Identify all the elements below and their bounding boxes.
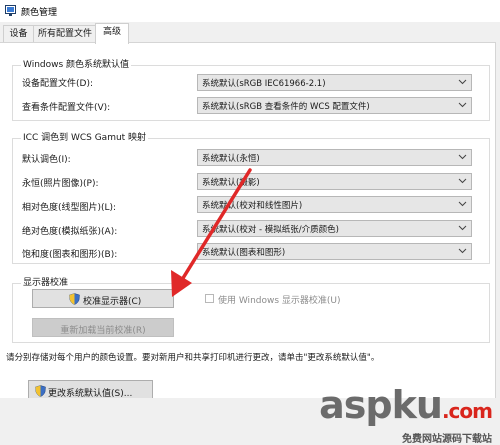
window-title: 颜色管理 [21, 8, 58, 18]
windows-defaults-title: Windows 颜色系统默认值 [21, 57, 132, 70]
chevron-down-icon [458, 102, 467, 108]
display-calibration-title: 显示器校准 [21, 275, 71, 288]
watermark: aspku.com 免费网站源码下载站 [319, 383, 493, 445]
calibrate-display-button[interactable]: 校准显示器(C) [32, 289, 174, 308]
viewing-conditions-select[interactable]: 系统默认(sRGB 查看条件的 WCS 配置文件) [197, 97, 472, 114]
tab-advanced[interactable]: 高级 [95, 23, 129, 44]
absolute-colorimetric-label: 绝对色度(模拟纸张)(A): [22, 227, 118, 237]
change-system-defaults-button[interactable]: 更改系统默认值(S)... [28, 380, 153, 400]
device-profile-label: 设备配置文件(D): [22, 79, 93, 89]
default-rendering-label: 默认调色(I): [22, 155, 71, 165]
chevron-down-icon [458, 248, 467, 254]
chevron-down-icon [458, 201, 467, 207]
chevron-down-icon [458, 225, 467, 231]
reload-calibration-label: 重新加载当前校准(R) [60, 326, 146, 336]
default-rendering-select[interactable]: 系统默认(永恒) [197, 149, 472, 166]
uac-shield-icon [69, 293, 80, 305]
title-bar [0, 0, 500, 22]
watermark-subtitle: 免费网站源码下载站 [402, 434, 492, 445]
chevron-down-icon [458, 154, 467, 160]
color-management-app-icon [5, 5, 16, 16]
device-profile-value: 系统默认(sRGB IEC61966-2.1) [202, 79, 326, 89]
watermark-brand-suffix: .com [441, 399, 493, 423]
watermark-brand: aspku [319, 383, 443, 427]
info-text: 请分别存储对每个用户的颜色设置。要对新用户和共享打印机进行更改，请单击"更改系统… [6, 353, 380, 363]
tab-devices[interactable]: 设备 [3, 25, 34, 43]
default-rendering-value: 系统默认(永恒) [202, 154, 260, 164]
calibrate-display-label: 校准显示器(C) [83, 297, 142, 307]
saturation-label: 饱和度(图表和图形)(B): [22, 250, 118, 260]
icc-mapping-title: ICC 调色到 WCS Gamut 映射 [21, 130, 149, 143]
annotation-arrow [171, 168, 252, 297]
perceptual-label: 永恒(照片图像)(P): [22, 179, 99, 189]
viewing-conditions-label: 查看条件配置文件(V): [22, 103, 111, 113]
relative-colorimetric-label: 相对色度(线型图片)(L): [22, 203, 117, 213]
viewing-conditions-value: 系统默认(sRGB 查看条件的 WCS 配置文件) [202, 102, 370, 112]
tab-all-profiles[interactable]: 所有配置文件 [33, 25, 97, 43]
reload-calibration-button[interactable]: 重新加载当前校准(R) [32, 318, 174, 337]
uac-shield-icon [35, 385, 46, 397]
device-profile-select[interactable]: 系统默认(sRGB IEC61966-2.1) [197, 74, 472, 91]
chevron-down-icon [458, 79, 467, 85]
chevron-down-icon [458, 178, 467, 184]
